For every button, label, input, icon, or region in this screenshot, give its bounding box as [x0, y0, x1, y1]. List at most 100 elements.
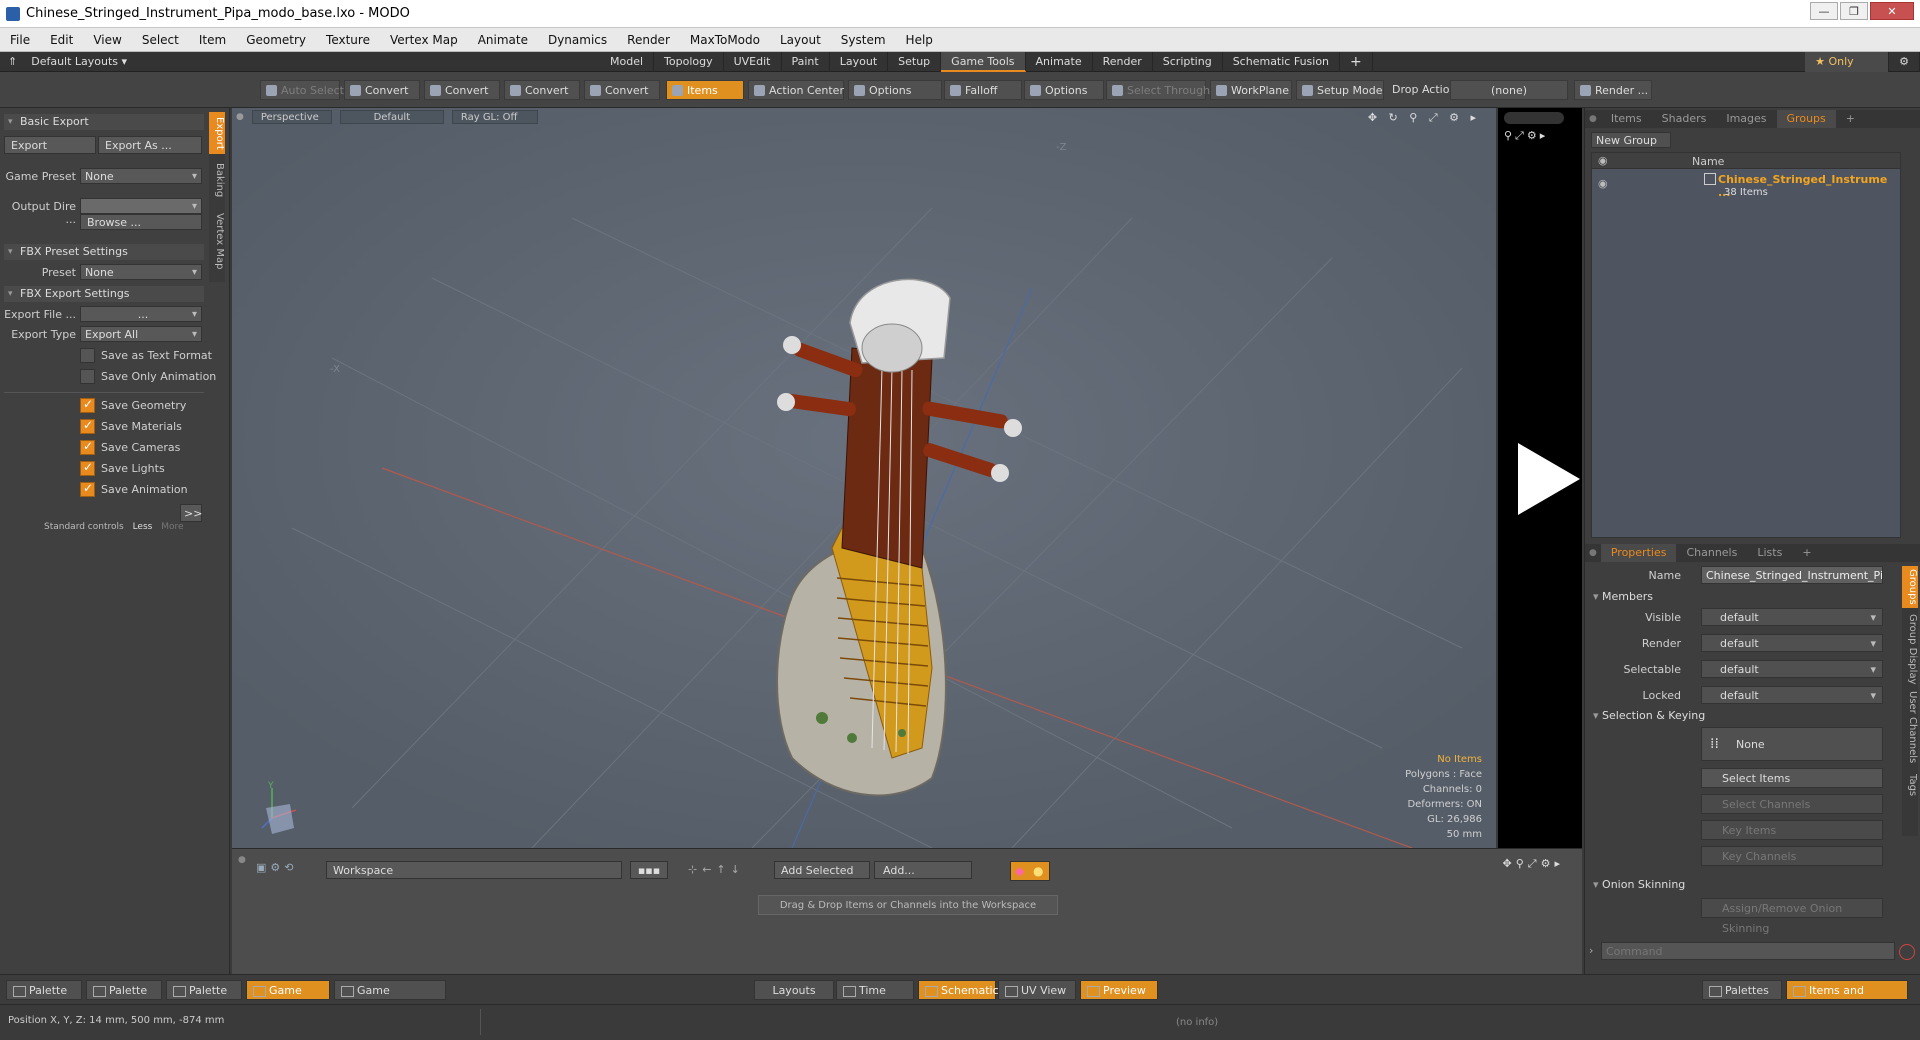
maximize-button[interactable]: ❐ — [1840, 2, 1868, 20]
preview-toggle-icon[interactable] — [1504, 112, 1564, 124]
perspective-button[interactable]: Perspective — [251, 110, 332, 124]
viewport-collapse-icon[interactable]: ● — [236, 112, 244, 122]
save-cameras-checkbox[interactable] — [80, 439, 95, 455]
setup-mode-button[interactable]: Setup Mode — [1296, 80, 1384, 100]
key-items-button[interactable]: Key Items — [1701, 820, 1883, 840]
add-tab-button[interactable]: + — [1340, 51, 1373, 72]
command-input[interactable] — [1601, 942, 1895, 960]
palette-button-3[interactable]: Palette — [166, 980, 242, 1000]
tab-game-tools[interactable]: Game Tools — [941, 51, 1026, 72]
layouts-button[interactable]: Layouts — [754, 980, 834, 1000]
output-dir-field[interactable] — [80, 198, 202, 215]
selectable-dropdown[interactable]: default — [1701, 660, 1883, 679]
tab-layout[interactable]: Layout — [830, 51, 889, 72]
tab-setup[interactable]: Setup — [888, 51, 942, 72]
select-items-button[interactable]: Select Items — [1701, 768, 1883, 788]
selection-keying-section[interactable]: Selection & Keying — [1593, 709, 1705, 722]
select-channels-button[interactable]: Select Channels — [1701, 794, 1883, 814]
select-through-button[interactable]: Select Through — [1106, 80, 1210, 100]
new-group-button[interactable]: New Group — [1591, 132, 1671, 148]
add-selected-button[interactable]: Add Selected — [774, 861, 870, 879]
schematic-button[interactable]: Schematic — [918, 980, 999, 1000]
browse-button[interactable]: Browse ... — [80, 214, 202, 230]
group-visibility-icon[interactable]: ◉ — [1598, 177, 1608, 190]
minimize-button[interactable]: — — [1810, 2, 1838, 20]
schematic-color-toggle[interactable]: ◆ ● — [1010, 861, 1050, 881]
assign-onion-button[interactable]: Assign/Remove Onion Skinning — [1701, 898, 1883, 935]
menu-item[interactable]: Item — [189, 33, 236, 47]
export-button[interactable]: Export — [4, 136, 96, 154]
menu-dynamics[interactable]: Dynamics — [538, 33, 617, 47]
palette-button-1[interactable]: Palette — [6, 980, 82, 1000]
group-row[interactable]: ◉ Chinese_Stringed_Instrume ... 38 Items — [1592, 171, 1900, 205]
menu-maxtomodo[interactable]: MaxToModo — [680, 33, 770, 47]
uv-view-button[interactable]: UV View — [998, 980, 1076, 1000]
menu-system[interactable]: System — [831, 33, 896, 47]
export-file-dropdown[interactable]: ... — [80, 306, 202, 323]
groups-list[interactable]: ◉ Name ◉ Chinese_Stringed_Instrume ... 3… — [1591, 152, 1901, 538]
raygl-button[interactable]: Ray GL: Off — [451, 110, 538, 124]
save-only-animation-checkbox[interactable] — [80, 369, 95, 384]
preset-dropdown[interactable]: None — [80, 264, 202, 281]
layout-gear-icon[interactable]: ⚙ — [1889, 51, 1920, 72]
menu-texture[interactable]: Texture — [316, 33, 380, 47]
save-lights-checkbox[interactable] — [80, 460, 95, 476]
game-tools-button[interactable]: Game Tools — [246, 980, 330, 1017]
tab-paint[interactable]: Paint — [782, 51, 830, 72]
options-button-2[interactable]: Options — [1024, 80, 1104, 100]
action-center-button[interactable]: Action Center — [748, 80, 844, 100]
viewport-nav-icons[interactable]: ✥ ↻ ⚲ ⤢ ⚙ ▸ — [1368, 111, 1480, 125]
tab-group-display-vertical[interactable]: Group Display — [1902, 612, 1918, 686]
menu-help[interactable]: Help — [896, 33, 943, 47]
tab-baking-vertical[interactable]: Baking — [209, 158, 225, 202]
convert-button-1[interactable]: Convert — [344, 80, 420, 100]
render-dropdown[interactable]: default — [1701, 634, 1883, 653]
time-button[interactable]: Time — [836, 980, 914, 1000]
menu-vertex-map[interactable]: Vertex Map — [380, 33, 468, 47]
schematic-nav-icons[interactable]: ✥⚲⤢⚙▸ — [1503, 857, 1564, 871]
panel-collapse-icon[interactable]: ● — [1585, 114, 1601, 124]
save-geometry-checkbox[interactable] — [80, 397, 95, 413]
tab-images[interactable]: Images — [1716, 110, 1776, 128]
tab-shaders[interactable]: Shaders — [1652, 110, 1717, 128]
save-text-format-checkbox[interactable] — [80, 348, 95, 363]
tab-lists[interactable]: Lists — [1747, 544, 1792, 562]
tab-user-channels-vertical[interactable]: User Channels — [1902, 690, 1918, 764]
tab-vertex-map-vertical[interactable]: Vertex Map — [209, 208, 225, 274]
items-mode-button[interactable]: Items — [666, 80, 744, 100]
tab-uvedit[interactable]: UVEdit — [724, 51, 782, 72]
menu-animate[interactable]: Animate — [468, 33, 538, 47]
falloff-button[interactable]: Falloff — [944, 80, 1022, 100]
onion-skinning-section[interactable]: Onion Skinning — [1593, 878, 1685, 891]
convert-button-3[interactable]: Convert — [504, 80, 580, 100]
tab-schematic-fusion[interactable]: Schematic Fusion — [1223, 51, 1341, 72]
only-toggle[interactable]: ★ Only — [1805, 51, 1890, 72]
menu-layout[interactable]: Layout — [770, 33, 831, 47]
game-navigation-button[interactable]: Game Navigation — [334, 980, 446, 1017]
tab-items[interactable]: Items — [1601, 110, 1652, 128]
menu-file[interactable]: File — [0, 33, 40, 47]
game-preset-dropdown[interactable]: None — [80, 168, 202, 185]
export-type-dropdown[interactable]: Export All — [80, 326, 202, 343]
schematic-arrow-icons[interactable]: ⊹←↑↓ — [688, 861, 760, 879]
tab-topology[interactable]: Topology — [654, 51, 724, 72]
drop-action-dropdown[interactable]: (none) — [1450, 80, 1568, 100]
auto-select-button[interactable]: Auto Select — [260, 80, 344, 100]
visible-dropdown[interactable]: default — [1701, 608, 1883, 627]
locked-dropdown[interactable]: default — [1701, 686, 1883, 705]
schematic-panel[interactable]: ● ▣⚙⟲ Workspace ▪▪▪ ⊹←↑↓ Add Selected Ad… — [232, 848, 1582, 974]
tab-groups-vertical[interactable]: Groups — [1902, 566, 1918, 608]
export-as-button[interactable]: Export As ... — [98, 136, 202, 154]
workplane-button[interactable]: WorkPlane — [1210, 80, 1292, 100]
3d-viewport[interactable]: ● Perspective Default Ray GL: Off ✥ ↻ ⚲ … — [232, 108, 1496, 848]
options-button-1[interactable]: Options — [848, 80, 942, 100]
basic-export-header[interactable]: Basic Export — [4, 114, 204, 130]
fbx-preset-header[interactable]: FBX Preset Settings — [4, 244, 204, 260]
group-name-field[interactable]: Chinese_Stringed_Instrument_Pipa — [1701, 566, 1883, 584]
tab-scripting[interactable]: Scripting — [1153, 51, 1223, 72]
palette-button-2[interactable]: Palette — [86, 980, 162, 1000]
schematic-tool-icons[interactable]: ▣⚙⟲ — [256, 861, 316, 877]
none-selector[interactable]: ⁞⁞ None — [1701, 727, 1883, 761]
menu-select[interactable]: Select — [132, 33, 189, 47]
close-button[interactable]: ✕ — [1870, 2, 1914, 20]
